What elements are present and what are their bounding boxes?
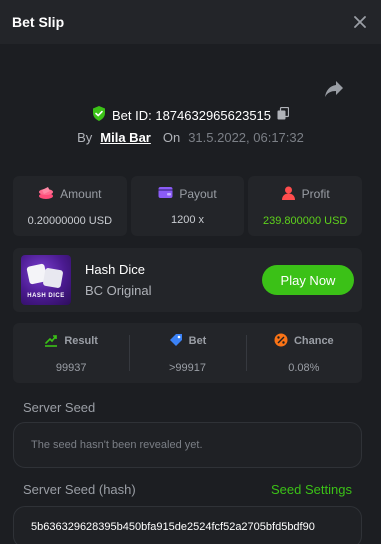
bet-author-row: By Mila Bar On 31.5.2022, 06:17:32 — [0, 127, 381, 147]
bet-slip-header: Bet Slip — [0, 0, 381, 44]
verified-shield-icon — [92, 106, 106, 124]
close-icon[interactable] — [351, 13, 369, 31]
share-icon[interactable] — [324, 80, 346, 100]
on-label: On — [162, 129, 181, 145]
wallet-icon — [158, 186, 173, 202]
game-name: Hash Dice — [85, 262, 145, 277]
bet-stats: Amount 0.20000000 USD Payout 1200 x Prof… — [13, 176, 363, 236]
bet-results: Result 99937 Bet >99917 Chance 0.08% — [13, 323, 362, 383]
result-bet: Bet >99917 — [129, 323, 245, 383]
chance-value: 0.08% — [288, 361, 320, 374]
stat-label: Amount — [60, 187, 102, 201]
stat-label: Profit — [301, 187, 330, 201]
game-thumbnail[interactable]: HASH DICE — [21, 255, 71, 305]
stat-value: 239.800000 USD — [262, 214, 348, 227]
result-chance: Chance 0.08% — [245, 323, 362, 383]
game-card: HASH DICE Hash Dice BC Original Play Now — [13, 248, 362, 312]
server-seed-hash-value: 5b636329628395b450bfa915de2524fcf52a2705… — [31, 521, 315, 533]
seed-settings-link[interactable]: Seed Settings — [271, 482, 352, 497]
stat-amount: Amount 0.20000000 USD — [13, 176, 127, 236]
user-profit-icon — [281, 186, 296, 203]
chance-label: Chance — [293, 335, 334, 347]
stat-profit: Profit 239.800000 USD — [248, 176, 363, 236]
page-title: Bet Slip — [12, 14, 65, 30]
stat-payout: Payout 1200 x — [130, 176, 245, 236]
result-icon — [44, 333, 58, 350]
stat-label: Payout — [179, 187, 217, 201]
result-value: 99937 — [55, 361, 87, 374]
stat-value: 1200 x — [170, 214, 205, 226]
user-link[interactable]: Mila Bar — [100, 130, 151, 145]
chance-icon — [274, 333, 288, 350]
stat-value: 0.20000000 USD — [27, 214, 113, 227]
result-label: Result — [64, 335, 98, 347]
bet-icon — [169, 333, 183, 350]
server-seed-label: Server Seed — [23, 400, 96, 415]
server-seed-hash-label: Server Seed (hash) — [23, 482, 136, 497]
thumb-label: HASH DICE — [27, 293, 65, 299]
bet-value: >99917 — [168, 361, 206, 374]
bet-id-text: Bet ID: 1874632965623515 — [111, 107, 272, 123]
server-seed-value: The seed hasn't been revealed yet. — [31, 439, 203, 451]
by-label: By — [77, 129, 93, 145]
coins-icon — [38, 186, 54, 203]
result-result: Result 99937 — [13, 323, 129, 383]
bet-datetime: 31.5.2022, 06:17:32 — [188, 129, 304, 145]
server-seed-hash-field[interactable]: 5b636329628395b450bfa915de2524fcf52a2705… — [13, 506, 362, 544]
play-now-button[interactable]: Play Now — [262, 265, 354, 295]
copy-icon[interactable] — [277, 106, 290, 123]
bet-id-row: Bet ID: 1874632965623515 — [0, 105, 381, 125]
bet-label: Bet — [188, 335, 207, 347]
game-provider: BC Original — [85, 283, 152, 298]
server-seed-field[interactable]: The seed hasn't been revealed yet. — [13, 422, 362, 468]
